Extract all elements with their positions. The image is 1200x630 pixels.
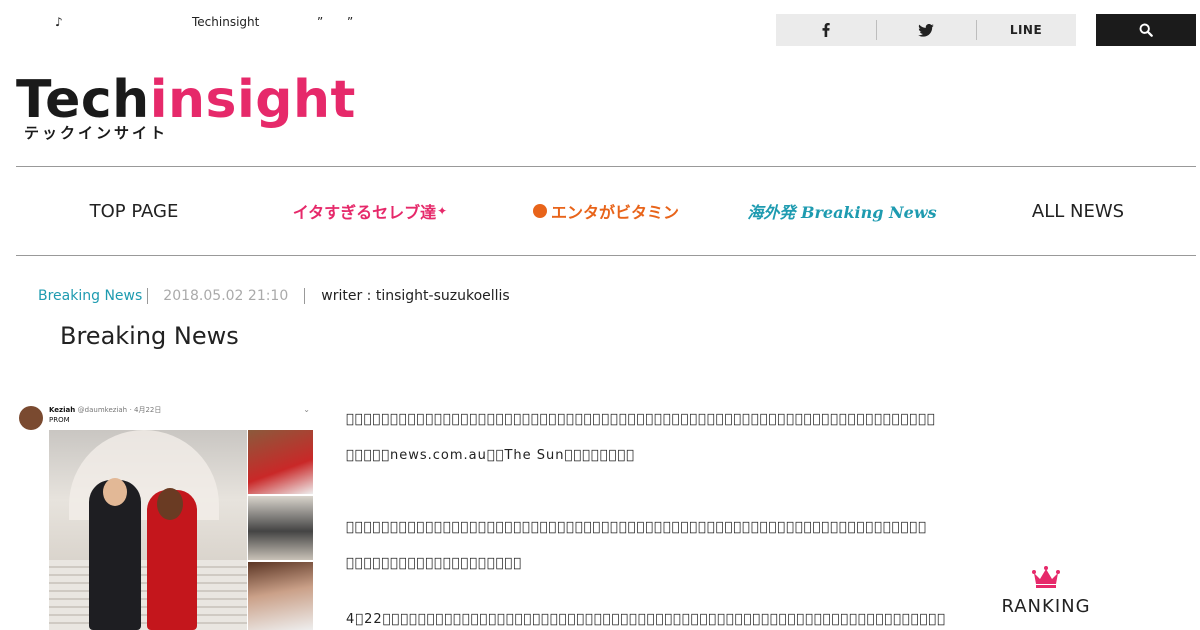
nav-item-all-news[interactable]: ALL NEWS <box>960 167 1196 255</box>
search-icon <box>1139 23 1153 37</box>
quote-close: ” <box>347 15 354 29</box>
twitter-share-button[interactable] <box>876 14 976 46</box>
prom-photo-thumb <box>248 430 313 494</box>
tweet-date: · 4月22日 <box>129 406 162 414</box>
article-image: Keziah @daumkeziah · 4月22日 PROM ⌄ <box>16 400 314 630</box>
nav-label: TOP PAGE <box>89 200 179 222</box>
sparkle-icon: ✦ <box>437 204 448 218</box>
avatar <box>19 406 43 430</box>
logo-part-tech: Tech <box>16 70 150 130</box>
quote-open: ” <box>317 15 324 29</box>
nav-label: 海外発 Breaking News <box>747 203 937 222</box>
music-note-icon: ♪ <box>55 15 63 29</box>
tweet-header: Keziah @daumkeziah · 4月22日 PROM ⌄ <box>16 404 314 430</box>
tweet-handle: @daumkeziah <box>77 406 128 414</box>
twitter-icon <box>918 23 934 37</box>
article-paragraph:                                         … <box>346 412 936 427</box>
main-nav: TOP PAGE イタすぎるセレブ達 ✦ エンタがビタミン 海外発 Breakin… <box>16 166 1196 256</box>
line-share-button[interactable]: LINE <box>976 14 1076 46</box>
site-logo[interactable]: Techinsight テックインサイト <box>16 70 355 144</box>
article-meta: Breaking News 2018.05.02 21:10 writer : … <box>38 286 510 306</box>
tagline-site-name: Techinsight <box>192 15 260 29</box>
prom-photo-thumb <box>248 496 313 560</box>
ranking-label: RANKING <box>1001 596 1091 617</box>
article-writer: writer : tinsight-suzukoellis <box>321 288 510 304</box>
line-share-label: LINE <box>1009 23 1043 37</box>
chevron-down-icon: ⌄ <box>303 405 310 414</box>
nav-label: ALL NEWS <box>1031 200 1125 222</box>
article-paragraph: 4 22                                    … <box>346 612 946 627</box>
prom-photo-thumb <box>248 562 313 630</box>
orange-slice-icon <box>532 204 547 218</box>
nav-label: イタすぎるセレブ達 <box>292 203 437 222</box>
logo-kana: テックインサイト <box>24 124 169 142</box>
prom-photo-main <box>49 430 247 630</box>
article-paragraph:                                         … <box>346 520 927 535</box>
tweet-author: Keziah @daumkeziah · 4月22日 <box>49 405 161 415</box>
logo-part-insight: insight <box>149 70 356 130</box>
article-date: 2018.05.02 21:10 <box>148 288 306 304</box>
nav-item-breaking-news[interactable]: 海外発 Breaking News <box>724 167 960 255</box>
tweet-author-name: Keziah <box>49 406 76 414</box>
article-category-link[interactable]: Breaking News <box>38 288 149 304</box>
nav-label: エンタがビタミン <box>550 203 679 222</box>
facebook-share-button[interactable] <box>776 14 876 46</box>
article-title: Breaking News <box>60 322 239 350</box>
ranking-section: RANKING <box>996 566 1096 617</box>
search-button[interactable] <box>1096 14 1196 46</box>
share-bar: LINE <box>776 14 1076 46</box>
article-paragraph:      news.com.au  The Sun         <box>346 448 635 463</box>
nav-item-celeb[interactable]: イタすぎるセレブ達 ✦ <box>252 167 488 255</box>
nav-item-entertainment[interactable]: エンタがビタミン <box>488 167 724 255</box>
article-paragraph:                      <box>346 556 523 571</box>
crown-icon <box>1032 566 1060 588</box>
nav-item-top-page[interactable]: TOP PAGE <box>16 167 252 255</box>
facebook-icon <box>822 23 830 37</box>
tweet-text: PROM <box>49 416 70 424</box>
logo-wordmark: Techinsight <box>16 70 355 130</box>
